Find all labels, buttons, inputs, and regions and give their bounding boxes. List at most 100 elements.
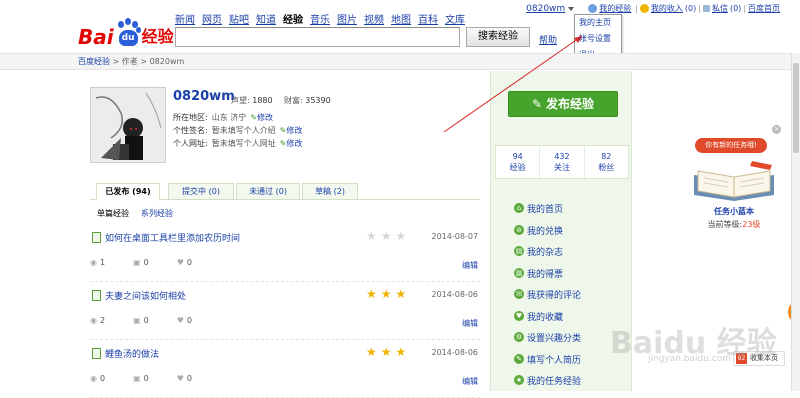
tab-rejected[interactable]: 未通过 (0) bbox=[236, 183, 300, 200]
income-icon bbox=[639, 4, 649, 13]
star-icon: ★ bbox=[395, 229, 407, 243]
breadcrumb-user: 0820wm bbox=[149, 57, 185, 66]
sidebar-item-1[interactable]: ⊘ 我的兑换 bbox=[491, 220, 633, 242]
experience-date: 2014-08-06 bbox=[431, 348, 479, 357]
profile-username[interactable]: 0820wm bbox=[173, 89, 235, 104]
edit-website-link[interactable]: ✎修改 bbox=[280, 138, 303, 149]
task-title[interactable]: 任务小蓝本 bbox=[684, 206, 784, 217]
star-icon: ★ bbox=[395, 287, 407, 301]
sidebar-item-4[interactable]: ✉ 我获得的评论 bbox=[491, 284, 633, 306]
task-widget: × 你有新的任务哦! 任务小蓝本 当前等级:23级 bbox=[684, 125, 784, 231]
search-button[interactable]: 搜索经验 bbox=[466, 27, 530, 47]
edit-experience-link[interactable]: 编辑 bbox=[462, 376, 478, 387]
breadcrumb-author: 作者 bbox=[121, 57, 138, 66]
menu-item-icon: ✉ bbox=[514, 289, 524, 299]
stat-following[interactable]: 432 关注 bbox=[540, 146, 585, 178]
document-icon bbox=[92, 348, 101, 359]
experience-meta: ◉ 1 ▣ 0 ♥ 0 bbox=[90, 258, 192, 267]
income-count: (0) bbox=[684, 4, 697, 13]
likes-count: ♥ 0 bbox=[176, 374, 192, 383]
chevron-down-icon[interactable] bbox=[568, 6, 575, 11]
eye-icon: ◉ bbox=[90, 374, 97, 383]
subtabs: 单篇经验 系列经验 bbox=[97, 208, 173, 219]
rating-stars: ★ ★ ★ bbox=[366, 346, 406, 358]
nav-item-6[interactable]: 图片 bbox=[337, 11, 357, 26]
experience-row: 鲤鱼汤的做法 ★ ★ ★ 2014-08-06 ◉ 0 ▣ 0 ♥ 0 编辑 bbox=[90, 342, 480, 398]
star-icon: ★ bbox=[380, 229, 392, 243]
star-icon: ★ bbox=[366, 229, 377, 243]
nav-item-0[interactable]: 新闻 bbox=[175, 11, 195, 26]
task-level: 当前等级:23级 bbox=[707, 220, 761, 229]
edit-signature-link[interactable]: ✎修改 bbox=[280, 125, 303, 136]
close-icon[interactable]: × bbox=[772, 125, 781, 134]
nav-item-5[interactable]: 音乐 bbox=[310, 11, 330, 26]
experience-tabs: 已发布 (94) 提交中 (0) 未通过 (0) 草稿 (2) bbox=[90, 182, 480, 201]
nav-item-7[interactable]: 视频 bbox=[364, 11, 384, 26]
subtab-single[interactable]: 单篇经验 bbox=[97, 208, 129, 219]
menu-item-my-home[interactable]: 我的主页 bbox=[575, 15, 621, 31]
top-nav: 新闻 网页 贴吧 知道 经验 音乐 图片 视频 地图 百科 文库 bbox=[175, 11, 465, 26]
sidebar-item-0[interactable]: ⌂ 我的首页 bbox=[491, 198, 633, 220]
sidebar-item-8[interactable]: ★ 我的任务经验 bbox=[491, 370, 633, 392]
menu-item-icon: ⌂ bbox=[514, 203, 524, 213]
watermark-url: jingyan.baidu.com bbox=[648, 354, 732, 364]
logo-jingyan: 经验 bbox=[141, 27, 174, 46]
thumb-icon: ♥ bbox=[176, 374, 184, 383]
stat-experiences[interactable]: 94 经验 bbox=[496, 146, 541, 178]
scrollbar[interactable] bbox=[791, 53, 800, 391]
nav-item-4[interactable]: 经验 bbox=[283, 11, 303, 26]
scrollbar-thumb[interactable] bbox=[793, 63, 799, 153]
nav-item-1[interactable]: 网页 bbox=[202, 11, 222, 26]
baidu-home-link[interactable]: 百度首页 bbox=[748, 3, 780, 14]
nav-item-10[interactable]: 文库 bbox=[445, 11, 465, 26]
experience-meta: ◉ 2 ▣ 0 ♥ 0 bbox=[90, 316, 192, 325]
tab-drafts[interactable]: 草稿 (2) bbox=[302, 183, 358, 200]
subtab-series[interactable]: 系列经验 bbox=[141, 208, 173, 219]
stat-fans[interactable]: 82 粉丝 bbox=[585, 146, 628, 178]
experience-title[interactable]: 如何在桌面工具栏里添加农历时间 bbox=[105, 231, 240, 244]
tab-published[interactable]: 已发布 (94) bbox=[96, 183, 160, 201]
edit-experience-link[interactable]: 编辑 bbox=[462, 318, 478, 329]
experience-date: 2014-08-07 bbox=[431, 232, 479, 241]
star-icon: ★ bbox=[395, 345, 407, 359]
breadcrumb-root[interactable]: 百度经验 bbox=[78, 57, 110, 66]
edit-experience-link[interactable]: 编辑 bbox=[462, 260, 478, 271]
menu-item-icon: ⚙ bbox=[514, 332, 524, 342]
rating-stars: ★ ★ ★ bbox=[366, 230, 406, 242]
menu-item-icon: ✎ bbox=[514, 353, 524, 364]
experience-title[interactable]: 鲤鱼汤的做法 bbox=[105, 347, 159, 360]
nav-item-3[interactable]: 知道 bbox=[256, 11, 276, 26]
baidu-jingyan-logo[interactable]: Bai du 经验 bbox=[78, 14, 174, 48]
views-count: ◉ 0 bbox=[90, 374, 106, 383]
logo-bai: Bai bbox=[78, 25, 114, 49]
pencil-icon: ✎ bbox=[531, 97, 543, 111]
my-experience-link[interactable]: 我的经验 bbox=[599, 3, 631, 14]
menu-item-icon: ▤ bbox=[514, 246, 524, 256]
rating-stars: ★ ★ ★ bbox=[366, 288, 406, 300]
experience-title[interactable]: 夫妻之间该如何相处 bbox=[105, 289, 186, 302]
vote-icon: ▣ bbox=[133, 316, 141, 325]
help-link[interactable]: 帮助 bbox=[539, 33, 557, 46]
nav-item-2[interactable]: 贴吧 bbox=[229, 11, 249, 26]
menu-item-icon: ⊘ bbox=[514, 224, 524, 235]
edit-location-link[interactable]: ✎修改 bbox=[250, 112, 273, 123]
sidebar-item-3[interactable]: ▥ 我的得票 bbox=[491, 263, 633, 285]
publish-experience-button[interactable]: ✎ 发布经验 bbox=[508, 91, 618, 117]
experience-row: 夫妻之间该如何相处 ★ ★ ★ 2014-08-06 ◉ 2 ▣ 0 ♥ 0 编辑 bbox=[90, 284, 480, 340]
menu-item-account-settings[interactable]: 帐号设置 bbox=[575, 31, 621, 47]
my-income-link[interactable]: 我的收入 bbox=[651, 3, 683, 14]
tab-submitting[interactable]: 提交中 (0) bbox=[168, 183, 234, 200]
sidebar-item-2[interactable]: ▤ 我的杂志 bbox=[491, 241, 633, 263]
search-input[interactable] bbox=[175, 27, 460, 47]
nav-item-9[interactable]: 百科 bbox=[418, 11, 438, 26]
star-icon: ★ bbox=[366, 287, 377, 301]
menu-item-icon: ★ bbox=[514, 375, 524, 385]
document-icon bbox=[92, 290, 101, 301]
messages-link[interactable]: 私信 bbox=[712, 3, 728, 14]
likes-count: ♥ 0 bbox=[176, 316, 192, 325]
avatar[interactable] bbox=[90, 87, 166, 163]
username-link[interactable]: 0820wm bbox=[526, 4, 565, 14]
nav-item-8[interactable]: 地图 bbox=[391, 11, 411, 26]
task-bubble[interactable]: 你有新的任务哦! bbox=[695, 138, 767, 153]
star-icon: ★ bbox=[380, 287, 392, 301]
